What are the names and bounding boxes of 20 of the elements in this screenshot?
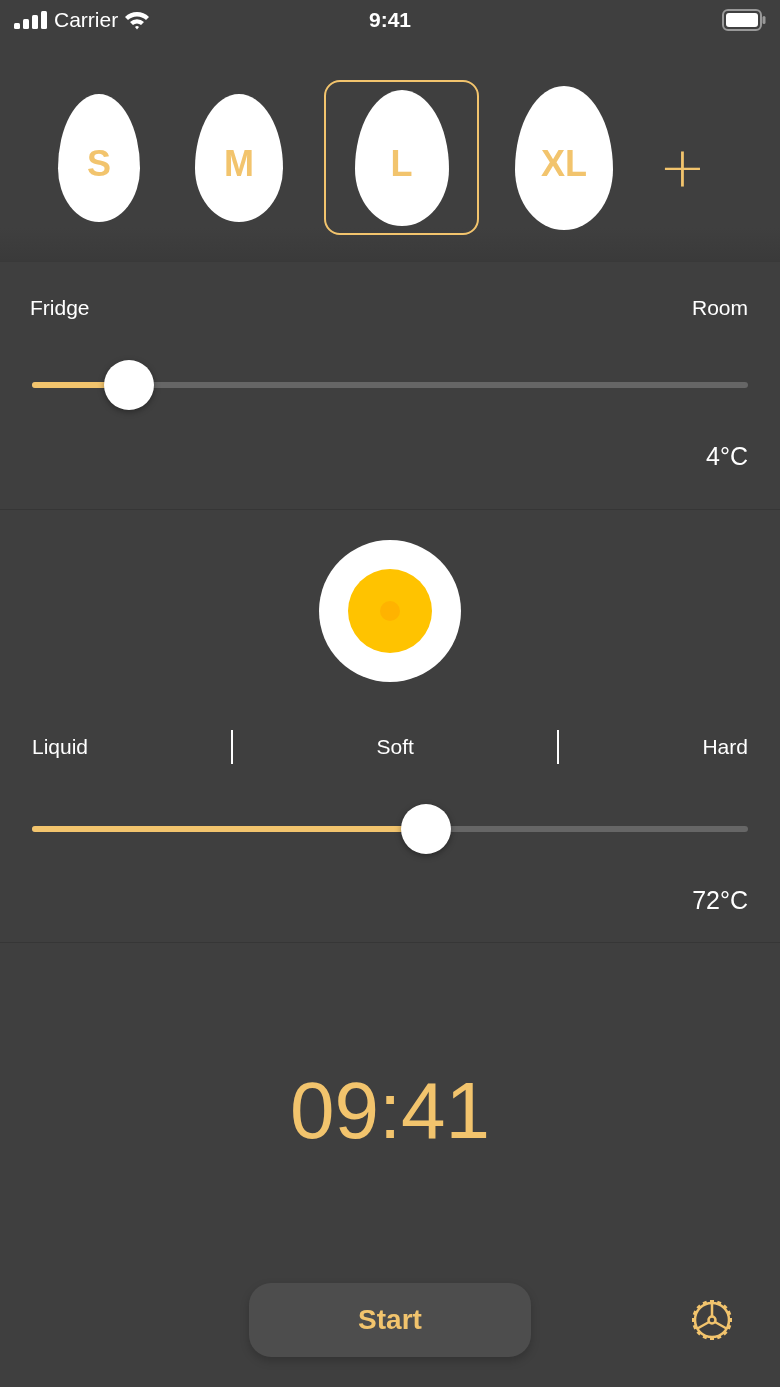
signal-icon xyxy=(14,11,48,29)
timer-display: 09:41 xyxy=(289,1065,491,1157)
egg-size-option[interactable]: L xyxy=(324,80,479,235)
doneness-label: Soft xyxy=(376,735,414,759)
start-button[interactable]: Start xyxy=(249,1283,531,1357)
wifi-icon xyxy=(124,10,151,30)
settings-icon[interactable] xyxy=(689,1297,735,1343)
doneness-reading: 72°C xyxy=(692,886,748,915)
temperature-reading: 4°C xyxy=(706,442,748,471)
carrier-name: Carrier xyxy=(54,8,119,32)
slider-max-label: Room xyxy=(691,296,748,320)
battery-icon xyxy=(722,9,766,31)
slider-min-label: Fridge xyxy=(30,296,90,320)
slider-thumb[interactable] xyxy=(400,804,451,854)
slider-thumb[interactable] xyxy=(103,360,154,410)
status-time: 9:41 xyxy=(369,8,411,32)
boiled-egg-icon xyxy=(319,540,461,682)
doneness-label: Liquid xyxy=(32,735,89,759)
doneness-label: Hard xyxy=(702,735,748,759)
add-button[interactable]: + xyxy=(649,139,716,195)
